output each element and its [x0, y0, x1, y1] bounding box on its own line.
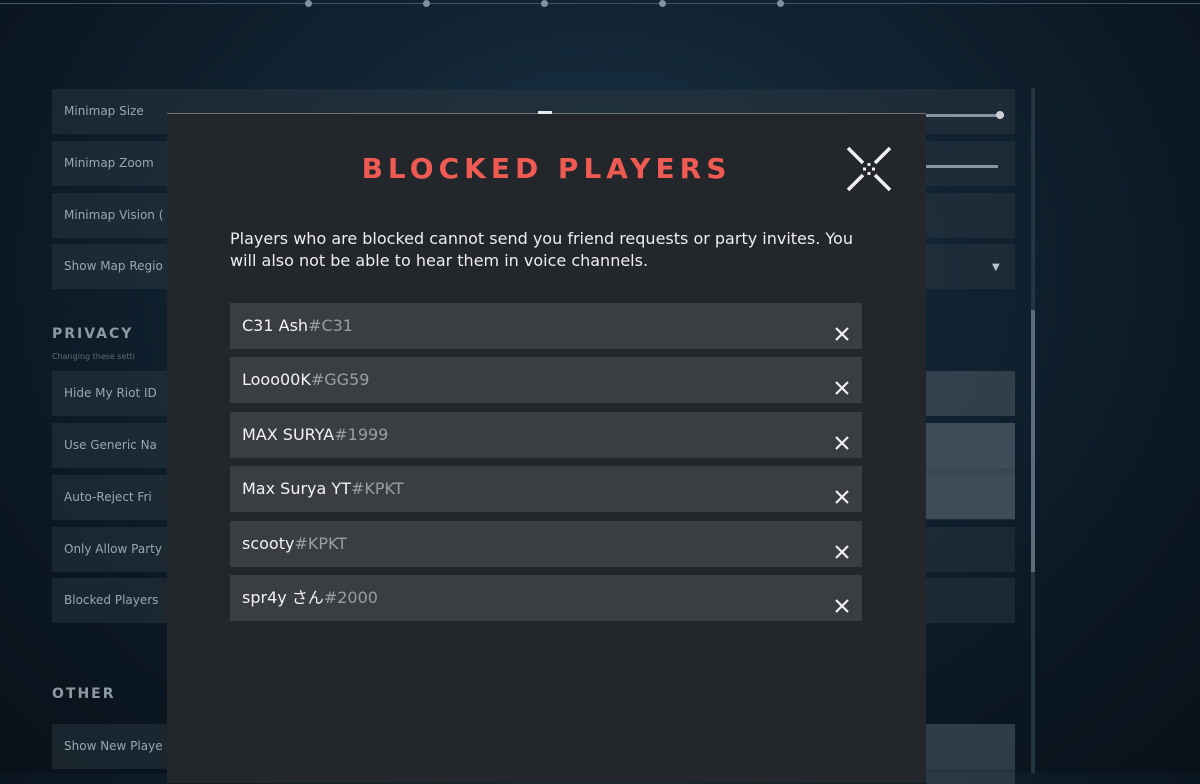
settings-toggle-block — [926, 371, 1015, 416]
unblock-close-icon[interactable] — [832, 588, 852, 613]
unblock-close-icon[interactable] — [832, 534, 852, 559]
unblock-close-icon[interactable] — [832, 425, 852, 450]
blocked-player-row: spr4y さん#2000 — [230, 574, 862, 621]
settings-scrollbar-thumb[interactable] — [1031, 310, 1035, 572]
player-name: Max Surya YT — [242, 479, 351, 499]
blocked-players-modal: BLOCKED PLAYERS Players who are blocked … — [167, 111, 926, 783]
modal-top-notch — [538, 111, 552, 114]
top-dot — [659, 0, 666, 7]
minimap-size-slider[interactable] — [926, 114, 1004, 117]
top-dot — [541, 0, 548, 7]
privacy-section-heading: PRIVACY — [52, 326, 134, 342]
player-tag: #KPKT — [350, 479, 404, 499]
top-dot — [777, 0, 784, 7]
player-tag: #C31 — [308, 316, 353, 335]
top-dot — [423, 0, 430, 7]
minimap-size-slider-knob[interactable] — [996, 111, 1004, 119]
privacy-section-note: Changing these setti — [52, 352, 135, 361]
settings-toggle-block — [926, 724, 1015, 784]
player-tag: #KPKT — [294, 533, 348, 553]
player-name: scooty — [242, 533, 295, 553]
dropdown-caret-icon[interactable]: ▼ — [992, 262, 1000, 273]
player-name: spr4y さん — [242, 587, 324, 607]
blocked-player-row: Looo00K#GG59 — [230, 357, 862, 404]
player-tag: #1999 — [334, 424, 389, 444]
unblock-close-icon[interactable] — [832, 316, 852, 341]
player-tag: #GG59 — [310, 370, 370, 390]
player-tag: #2000 — [323, 587, 378, 607]
player-name: MAX SURYA — [242, 424, 335, 444]
close-crosshair-icon[interactable] — [844, 144, 894, 194]
minimap-zoom-slider[interactable] — [926, 165, 998, 168]
unblock-close-icon[interactable] — [832, 370, 852, 396]
player-name: C31 Ash — [242, 316, 309, 335]
blocked-players-list: C31 Ash#C31 Looo00K#GG59 MAX SURYA#1999 … — [230, 303, 862, 629]
player-name: Looo00K — [242, 370, 311, 390]
blocked-player-row: MAX SURYA#1999 — [230, 411, 862, 458]
modal-description: Players who are blocked cannot send you … — [230, 229, 853, 270]
modal-title: BLOCKED PLAYERS — [361, 152, 732, 185]
top-divider — [0, 3, 1200, 4]
blocked-player-row: scooty#KPKT — [230, 520, 862, 567]
unblock-close-icon[interactable] — [832, 479, 852, 504]
blocked-player-row: C31 Ash#C31 — [230, 303, 862, 349]
settings-toggle-block — [926, 423, 1015, 519]
other-section-heading: OTHER — [52, 686, 116, 702]
top-dot — [305, 0, 312, 7]
blocked-player-row: Max Surya YT#KPKT — [230, 466, 862, 513]
